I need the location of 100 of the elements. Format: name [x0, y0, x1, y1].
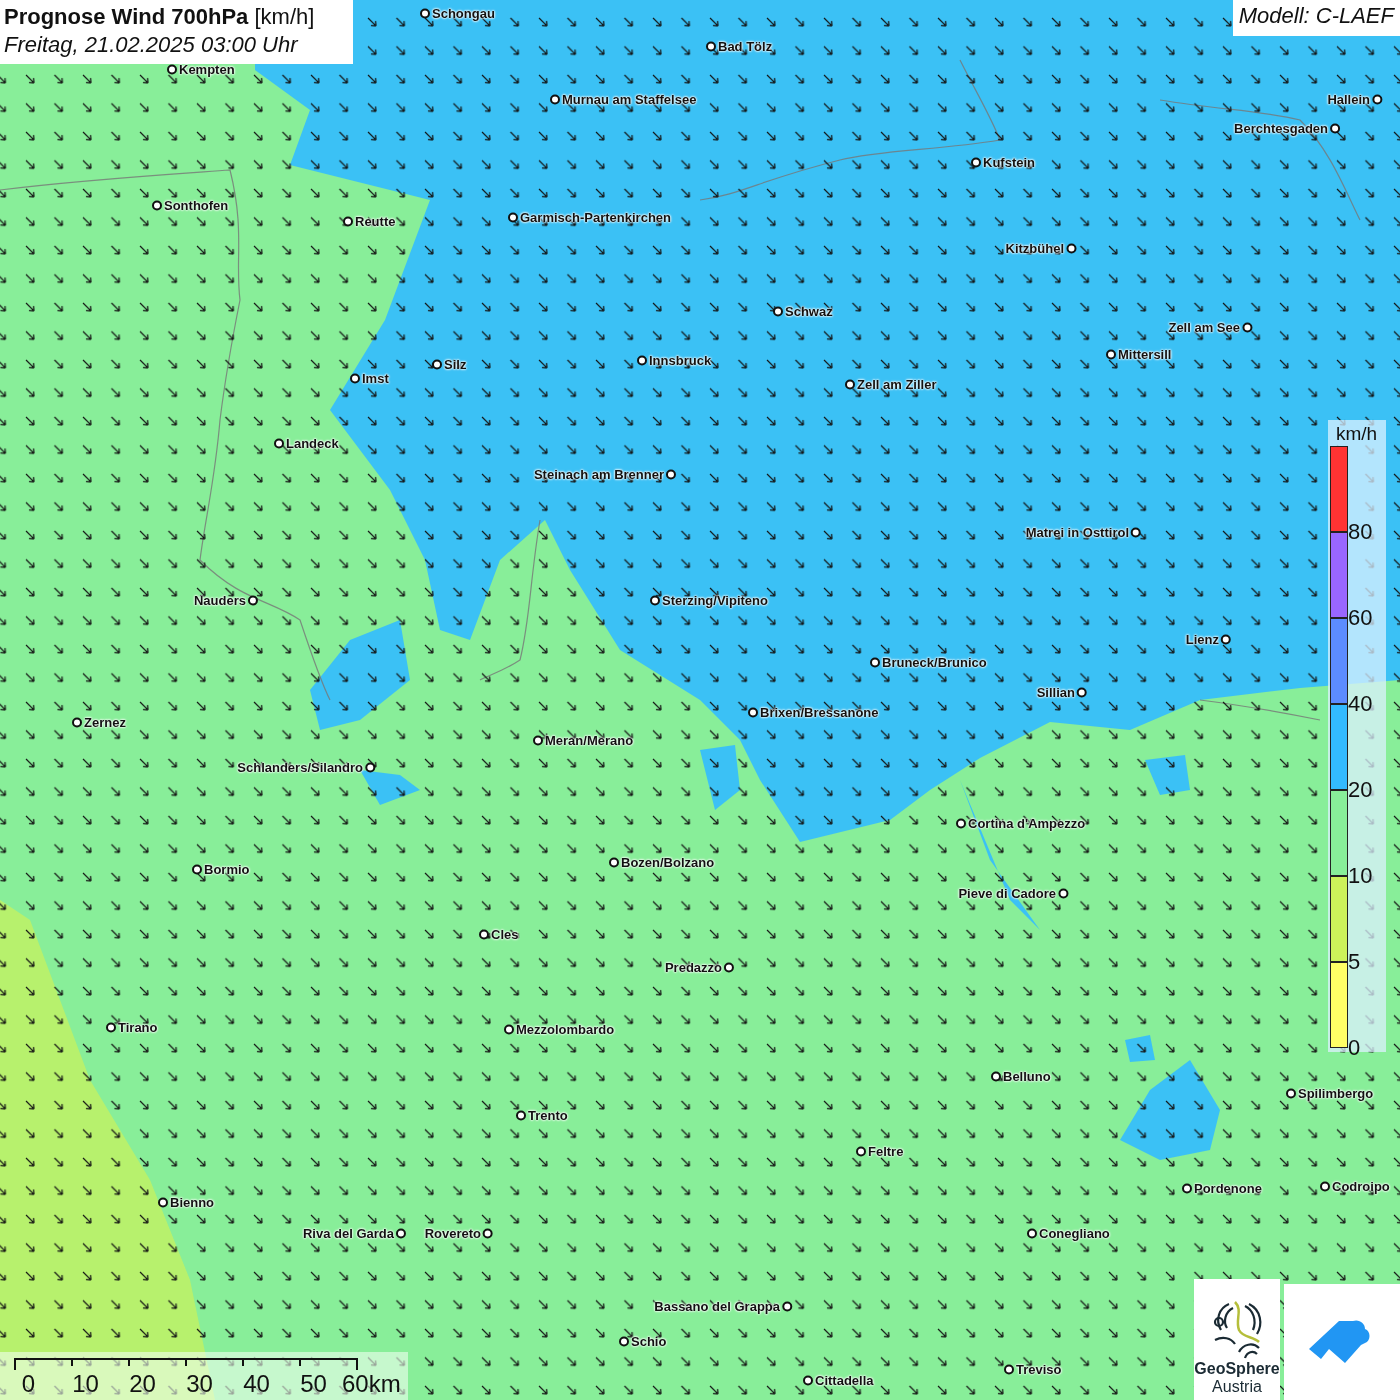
legend-value: 20 [1348, 780, 1373, 800]
city-label: Innsbruck [649, 352, 712, 368]
city-label: Bienno [170, 1194, 215, 1210]
city-marker-icon [72, 717, 82, 727]
city-marker-icon [1027, 1228, 1037, 1238]
city-marker-icon [1330, 123, 1340, 133]
city-marker-icon [650, 595, 660, 605]
city-label: Spilimbergo [1298, 1085, 1374, 1101]
city-marker-icon [248, 595, 258, 605]
city-marker-icon [158, 1197, 168, 1207]
city-label: Bad Tölz [718, 38, 773, 54]
city-label: Pordenone [1194, 1180, 1262, 1196]
city-label: Cittadella [815, 1372, 874, 1388]
city-marker-icon [782, 1301, 792, 1311]
city-label: Brixen/Bressanone [760, 704, 879, 720]
city-label: Zell am See [1168, 319, 1240, 335]
city-marker-icon [1066, 243, 1076, 253]
city-label: Schwaz [785, 303, 833, 319]
city-marker-icon [274, 438, 284, 448]
city-marker-icon [1320, 1181, 1330, 1191]
city-marker-icon [1131, 527, 1141, 537]
forecast-date: Freitag, 21.02.2025 03:00 Uhr [4, 32, 300, 58]
city-marker-icon [106, 1022, 116, 1032]
scale-label: 30 [185, 1370, 214, 1398]
scale-label: 40 [242, 1370, 271, 1398]
city-marker-icon [956, 818, 966, 828]
city-label: Kitzbühel [1005, 240, 1064, 256]
scale-label: 60km [342, 1370, 399, 1398]
city-marker-icon [365, 762, 375, 772]
city-label: Imst [362, 370, 389, 386]
city-label: Bruneck/Brunico [882, 654, 987, 670]
city-label: Rovereto [424, 1225, 481, 1241]
city-marker-icon [1242, 322, 1252, 332]
city-label: Hallein [1327, 91, 1370, 107]
city-marker-icon [803, 1375, 813, 1385]
city-marker-icon [483, 1228, 493, 1238]
city-label: Steinach am Brenner [533, 466, 664, 482]
city-marker-icon [856, 1146, 866, 1156]
legend-value: 60 [1348, 608, 1373, 628]
city-marker-icon [1106, 349, 1116, 359]
city-label: Treviso [1016, 1361, 1062, 1377]
city-marker-icon [1004, 1364, 1014, 1374]
city-label: Mezzolombardo [516, 1021, 615, 1037]
city-marker-icon [773, 306, 783, 316]
city-label: Schio [631, 1333, 667, 1349]
city-label: Conegliano [1039, 1225, 1110, 1241]
city-marker-icon [1221, 634, 1231, 644]
city-label: Lienz [1185, 631, 1219, 647]
city-label: Kempten [179, 61, 235, 77]
city-marker-icon [479, 929, 489, 939]
city-marker-icon [516, 1110, 526, 1120]
city-marker-icon [870, 657, 880, 667]
model-label: Modell: C-LAEF [1232, 0, 1400, 36]
city-label: Bormio [204, 861, 250, 877]
city-marker-icon [504, 1024, 514, 1034]
city-marker-icon [192, 864, 202, 874]
legend-value: 80 [1348, 522, 1373, 542]
city-label: Garmisch-Partenkirchen [520, 209, 671, 225]
city-label: Pieve di Cadore [958, 885, 1056, 901]
legend-unit: km/h [1335, 422, 1378, 446]
city-label: Meran/Merano [545, 732, 634, 748]
city-marker-icon [991, 1071, 1001, 1081]
city-marker-icon [396, 1228, 406, 1238]
scale-label: 0 [20, 1370, 37, 1398]
city-label: Landeck [286, 435, 339, 451]
city-marker-icon [845, 379, 855, 389]
legend-value: 10 [1348, 866, 1373, 886]
legend-value: 40 [1348, 694, 1373, 714]
city-label: Kufstein [983, 154, 1035, 170]
city-label: Mittersill [1118, 346, 1172, 362]
city-label: Predazzo [664, 959, 722, 975]
city-marker-icon [1372, 94, 1382, 104]
city-label: Tirano [118, 1019, 158, 1035]
city-marker-icon [637, 355, 647, 365]
city-marker-icon [1058, 888, 1068, 898]
map-title: Prognose Wind 700hPa [km/h] [4, 4, 316, 30]
legend-value: 5 [1348, 952, 1361, 972]
city-marker-icon [550, 94, 560, 104]
city-label: Riva del Garda [302, 1225, 394, 1241]
city-label: Zell am Ziller [857, 376, 937, 392]
city-marker-icon [609, 857, 619, 867]
logo-subtitle: Austria [1212, 1378, 1262, 1396]
city-label: Nauders [193, 592, 246, 608]
logo-name: GeoSphere [1194, 1360, 1280, 1378]
city-label: Cortina d'Ampezzo [968, 815, 1086, 831]
city-label: Sonthofen [164, 197, 229, 213]
city-label: Matrei in Osttirol [1025, 524, 1129, 540]
scale-label: 20 [128, 1370, 157, 1398]
city-marker-icon [666, 469, 676, 479]
city-label: Sterzing/Vipiteno [662, 592, 768, 608]
city-label: Feltre [868, 1143, 904, 1159]
legend-value: 0 [1348, 1038, 1361, 1058]
city-marker-icon [971, 157, 981, 167]
city-marker-icon [1077, 687, 1087, 697]
city-label: Trento [528, 1107, 568, 1123]
city-label: Zernez [84, 714, 126, 730]
city-label: Sillian [1036, 684, 1075, 700]
city-label: Berchtesgaden [1234, 120, 1328, 136]
city-marker-icon [152, 200, 162, 210]
city-label: Bozen/Bolzano [621, 854, 715, 870]
